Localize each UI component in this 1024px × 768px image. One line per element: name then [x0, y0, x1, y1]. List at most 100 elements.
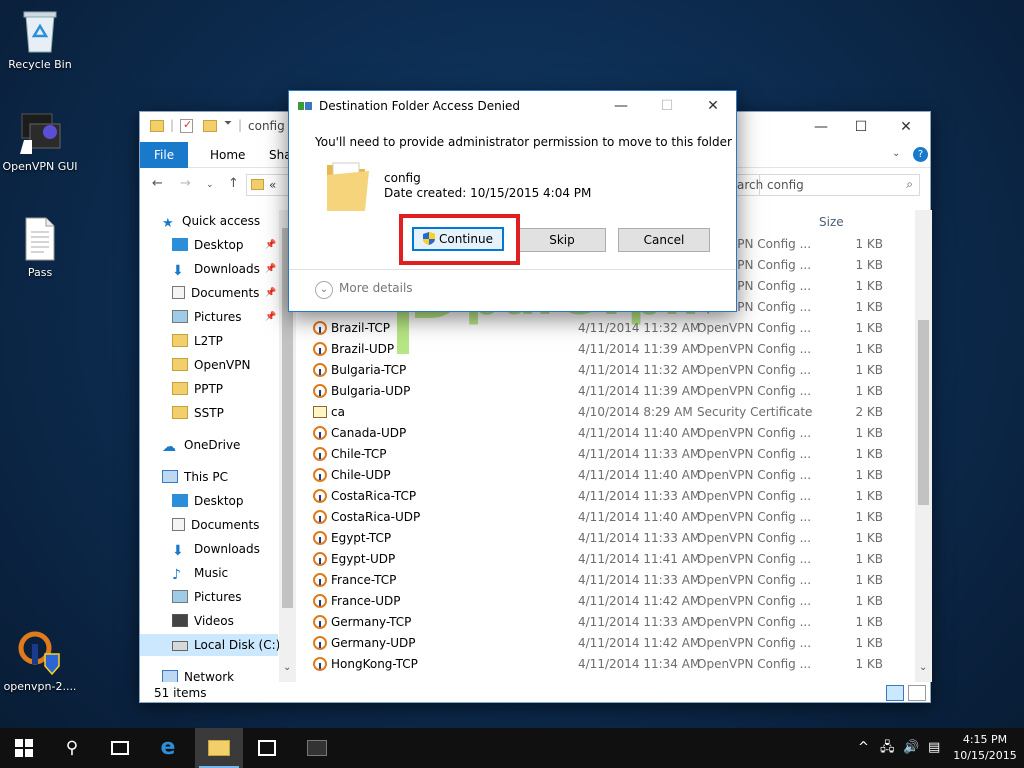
file-row[interactable]: France-UDP 4/11/2014 11:42 AM OpenVPN Conf…: [303, 591, 915, 612]
file-row[interactable]: Brazil-UDP 4/11/2014 11:39 AM OpenVPN Conf…: [303, 339, 915, 360]
file-row[interactable]: Brazil-TCP 4/11/2014 11:32 AM OpenVPN Conf…: [303, 318, 915, 339]
new-folder-icon[interactable]: [203, 120, 217, 132]
desktop-icon-pass[interactable]: Pass: [0, 216, 80, 279]
file-row[interactable]: France-TCP 4/11/2014 11:33 AM OpenVPN Conf…: [303, 570, 915, 591]
nav-this-pc[interactable]: This PC: [162, 466, 228, 488]
file-row[interactable]: Chile-UDP 4/11/2014 11:40 AM OpenVPN Confi…: [303, 465, 915, 486]
maximize-button[interactable]: ☐: [845, 116, 877, 138]
nav-network[interactable]: Network: [162, 666, 234, 682]
file-row[interactable]: Egypt-UDP 4/11/2014 11:41 AM OpenVPN Confi…: [303, 549, 915, 570]
desktop-icon-openvpn-gui[interactable]: OpenVPN GUI: [0, 110, 80, 173]
nav-pc-videos[interactable]: Videos: [172, 610, 234, 632]
properties-icon[interactable]: ✓: [180, 118, 193, 133]
scroll-down-icon[interactable]: ⌄: [283, 662, 291, 673]
forward-arrow-icon[interactable]: →: [180, 176, 191, 191]
help-icon[interactable]: ?: [913, 147, 928, 162]
network-tray-icon[interactable]: 🖧: [880, 728, 895, 768]
file-explorer-button[interactable]: [195, 728, 243, 768]
file-row[interactable]: Bulgaria-UDP 4/11/2014 11:39 AM OpenVPN Co…: [303, 381, 915, 402]
nav-item-documents[interactable]: Documents 📌: [172, 282, 276, 304]
file-size: 1 KB: [855, 531, 883, 545]
star-icon: ★: [162, 216, 174, 231]
file-size: 1 KB: [855, 279, 883, 293]
file-size: 1 KB: [855, 384, 883, 398]
nav-item-l2tp[interactable]: L2TP: [172, 330, 223, 352]
back-arrow-icon[interactable]: ←: [152, 176, 163, 191]
details-view-icon[interactable]: [886, 685, 904, 701]
nav-pc-documents[interactable]: Documents: [172, 514, 259, 536]
recent-locations-icon[interactable]: ⌄: [206, 180, 214, 190]
openvpn-taskbar-button[interactable]: [293, 728, 341, 768]
documents-icon: [172, 286, 185, 299]
file-row[interactable]: ca 4/10/2014 8:29 AM Security Certificate 2…: [303, 402, 915, 423]
file-row[interactable]: CostaRica-TCP 4/11/2014 11:33 AM OpenVPN C…: [303, 486, 915, 507]
scrollbar-thumb[interactable]: [918, 320, 929, 505]
file-date: 4/11/2014 11:40 AM: [578, 468, 701, 482]
nav-pc-pictures[interactable]: Pictures: [172, 586, 242, 608]
file-name-text: HongKong-TCP: [331, 657, 418, 671]
file-type: OpenVPN Config ...: [697, 615, 812, 629]
volume-tray-icon[interactable]: 🔊: [903, 728, 919, 768]
cancel-button[interactable]: Cancel: [618, 228, 710, 252]
tray-overflow-chevron-icon[interactable]: ^: [858, 728, 869, 768]
large-icons-view-icon[interactable]: [908, 685, 926, 701]
nav-quick-access[interactable]: ★ Quick access: [162, 210, 260, 232]
nav-item-sstp[interactable]: SSTP: [172, 402, 224, 424]
search-icon[interactable]: ⌕: [906, 177, 913, 192]
search-button[interactable]: ⚲: [48, 728, 96, 768]
folder-icon: [172, 334, 188, 347]
file-row[interactable]: Germany-UDP 4/11/2014 11:42 AM OpenVPN Con…: [303, 633, 915, 654]
nav-onedrive[interactable]: ☁ OneDrive: [162, 434, 240, 456]
dialog-close-button[interactable]: ✕: [695, 93, 731, 119]
ribbon-expand-icon[interactable]: ⌄: [892, 148, 900, 159]
skip-button[interactable]: Skip: [518, 228, 606, 252]
file-name-text: Germany-UDP: [331, 636, 416, 650]
file-name-text: Bulgaria-TCP: [331, 363, 407, 377]
action-center-icon[interactable]: ▤: [928, 728, 940, 768]
store-button[interactable]: [243, 728, 291, 768]
close-button[interactable]: ✕: [890, 116, 922, 138]
file-list-scrollbar[interactable]: ⌄: [915, 210, 932, 682]
task-view-button[interactable]: [96, 728, 144, 768]
nav-pc-local-disk[interactable]: Local Disk (C:): [140, 634, 280, 656]
address-breadcrumb[interactable]: «: [269, 178, 276, 192]
nav-item-pptp[interactable]: PPTP: [172, 378, 223, 400]
file-row[interactable]: Canada-UDP 4/11/2014 11:40 AM OpenVPN Conf…: [303, 423, 915, 444]
file-row[interactable]: Egypt-TCP 4/11/2014 11:33 AM OpenVPN Confi…: [303, 528, 915, 549]
desktop-icon-openvpn-installer[interactable]: openvpn-2....: [0, 630, 80, 693]
nav-item-desktop[interactable]: Desktop 📌: [172, 234, 276, 256]
dialog-maximize-button[interactable]: ☐: [649, 93, 685, 119]
nav-pc-music[interactable]: ♪ Music: [172, 562, 228, 584]
qat-dropdown-icon[interactable]: ⏷: [224, 118, 232, 129]
file-row[interactable]: Germany-TCP 4/11/2014 11:33 AM OpenVPN Con…: [303, 612, 915, 633]
desktop-icon-label: Recycle Bin: [8, 58, 72, 71]
scroll-down-icon[interactable]: ⌄: [919, 662, 927, 673]
minimize-button[interactable]: —: [805, 116, 837, 138]
folder-date-created: Date created: 10/15/2015 4:04 PM: [384, 186, 592, 200]
edge-button[interactable]: e: [144, 728, 192, 768]
nav-item-openvpn[interactable]: OpenVPN: [172, 354, 250, 376]
download-arrow-icon: ⬇: [172, 263, 184, 279]
file-row[interactable]: Chile-TCP 4/11/2014 11:33 AM OpenVPN Confi…: [303, 444, 915, 465]
nav-item-pictures[interactable]: Pictures 📌: [172, 306, 276, 328]
system-clock[interactable]: 4:15 PM 10/15/2015: [950, 732, 1020, 764]
start-button[interactable]: [0, 728, 48, 768]
file-size: 1 KB: [855, 426, 883, 440]
desktop-icon-recycle-bin[interactable]: Recycle Bin: [0, 8, 80, 71]
nav-item-downloads[interactable]: ⬇ Downloads 📌: [172, 258, 276, 280]
dialog-minimize-button[interactable]: —: [603, 93, 639, 119]
nav-pc-desktop[interactable]: Desktop: [172, 490, 244, 512]
cloud-icon: ☁: [162, 439, 176, 455]
file-row[interactable]: Bulgaria-TCP 4/11/2014 11:32 AM OpenVPN Co…: [303, 360, 915, 381]
file-row[interactable]: HongKong-TCP 4/11/2014 11:34 AM OpenVPN Co…: [303, 654, 915, 675]
openvpn-config-icon: [313, 426, 327, 440]
search-input[interactable]: arch config ⌕: [730, 174, 920, 196]
file-name-text: France-UDP: [331, 594, 401, 608]
up-arrow-icon[interactable]: ↑: [228, 176, 239, 191]
file-row[interactable]: CostaRica-UDP 4/11/2014 11:40 AM OpenVPN C…: [303, 507, 915, 528]
column-header-size[interactable]: Size: [819, 210, 844, 234]
tab-file[interactable]: File: [140, 142, 189, 168]
more-details-toggle[interactable]: ⌄ More details: [315, 281, 413, 301]
tab-home[interactable]: Home: [196, 142, 259, 168]
nav-pc-downloads[interactable]: ⬇ Downloads: [172, 538, 260, 560]
